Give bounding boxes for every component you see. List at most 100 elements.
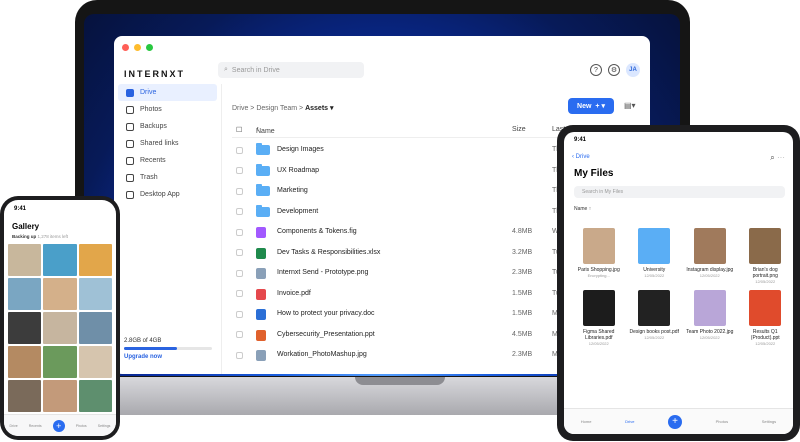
file-tile[interactable]: Team Photo 2022.jpg 12/05/2022 [685, 290, 735, 346]
sidebar-item-photos[interactable]: Photos [114, 101, 221, 118]
photo-thumbnail[interactable] [8, 312, 42, 344]
view-toggle-icon[interactable]: ▤▾ [624, 101, 636, 110]
search-icon[interactable]: ⌕ [770, 153, 774, 162]
row-checkbox[interactable] [236, 187, 243, 195]
sidebar-item-shared-links[interactable]: Shared links [114, 135, 221, 152]
photo-thumbnail[interactable] [43, 380, 77, 412]
row-checkbox[interactable] [236, 249, 243, 257]
tablet-actions: ⌕ ⋯ [770, 153, 785, 163]
file-meta: 12/05/2022 [699, 335, 720, 340]
photo-thumbnail[interactable] [78, 244, 112, 276]
file-thumbnail [582, 290, 615, 326]
breadcrumb-current[interactable]: Assets [305, 105, 328, 112]
tab-settings[interactable]: Settings [98, 424, 111, 428]
search-input[interactable]: ⌕ Search in Drive [218, 62, 364, 78]
file-tile[interactable]: Figma Shared Libraries.pdf 12/05/2022 [574, 290, 624, 346]
row-checkbox[interactable] [236, 228, 243, 236]
gear-icon[interactable]: ⚙ [608, 64, 620, 76]
breadcrumb-sep: > [250, 105, 255, 112]
row-checkbox[interactable] [236, 331, 243, 339]
close-dot[interactable] [122, 44, 129, 51]
file-meta: 12/05/2022 [644, 273, 665, 278]
photo-thumbnail[interactable] [43, 244, 77, 276]
tab-photos[interactable]: Photos [716, 419, 728, 424]
photo-thumbnail[interactable] [8, 346, 42, 378]
file-thumbnail [749, 290, 782, 326]
row-checkbox[interactable] [236, 167, 243, 175]
photo-thumbnail[interactable] [43, 278, 77, 310]
row-checkbox[interactable] [236, 269, 243, 277]
phone-screen: 9:41 Gallery Backing up 1,278 items left… [4, 200, 116, 436]
breadcrumb-mid[interactable]: Design Team [256, 105, 297, 112]
sidebar-item-label: Photos [140, 106, 162, 113]
file-tile[interactable]: University 12/05/2022 [630, 228, 680, 284]
row-checkbox[interactable] [236, 208, 243, 216]
sidebar-item-desktop-app[interactable]: Desktop App [114, 186, 221, 203]
folder-icon [256, 204, 270, 217]
col-name[interactable]: Name ↑ [256, 126, 275, 135]
sidebar-item-trash[interactable]: Trash [114, 169, 221, 186]
sidebar-item-drive[interactable]: Drive [118, 84, 217, 101]
sort-control[interactable]: Name ↑ [574, 206, 591, 212]
photo-thumbnail[interactable] [8, 278, 42, 310]
search-placeholder: Search in Drive [231, 66, 280, 74]
file-tile[interactable]: Paris Shopping.jpg Encrypting... [574, 228, 624, 284]
select-all-checkbox[interactable]: ☐ [236, 126, 242, 134]
tab-recents[interactable]: Recents [29, 424, 42, 428]
row-checkbox[interactable] [236, 351, 243, 359]
file-tile[interactable]: Results Q1 (Product).ppt 12/05/2022 [741, 290, 791, 346]
photo-thumbnail[interactable] [78, 380, 112, 412]
tab-home[interactable]: Home [581, 419, 592, 424]
sidebar-item-label: Shared links [140, 140, 179, 147]
new-button[interactable]: New + ▾ [568, 98, 614, 114]
tablet-screen: 9:41 ‹ Drive ⌕ ⋯ My Files Search in My F… [564, 132, 793, 434]
col-size[interactable]: Size [512, 126, 526, 133]
upgrade-link[interactable]: Upgrade now [124, 354, 212, 360]
back-link[interactable]: ‹ Drive [572, 154, 590, 160]
phone-time: 9:41 [14, 206, 27, 212]
chevron-down-icon: ▾ [330, 105, 334, 112]
window-controls [122, 44, 153, 51]
row-checkbox[interactable] [236, 290, 243, 298]
photo-grid [8, 244, 112, 412]
photo-thumbnail[interactable] [8, 380, 42, 412]
photo-thumbnail[interactable] [78, 312, 112, 344]
row-checkbox[interactable] [236, 310, 243, 318]
sidebar-icon [126, 173, 134, 182]
tab-photos[interactable]: Photos [76, 424, 87, 428]
photo-thumbnail[interactable] [43, 346, 77, 378]
file-name: Workation_PhotoMashup.jpg [277, 351, 367, 358]
file-meta: 12/05/2022 [699, 273, 720, 278]
avatar[interactable]: JA [626, 63, 640, 77]
photo-thumbnail[interactable] [43, 312, 77, 344]
breadcrumb-sep: > [299, 105, 304, 112]
add-button[interactable]: + [52, 419, 65, 432]
file-name: Components & Tokens.fig [277, 228, 357, 235]
folder-icon [256, 163, 270, 176]
tablet-frame: 9:41 ‹ Drive ⌕ ⋯ My Files Search in My F… [557, 125, 800, 441]
file-tile[interactable]: Design books post.pdf 12/05/2022 [630, 290, 680, 346]
sidebar-item-label: Trash [140, 174, 158, 181]
file-tile[interactable]: Brian's dog portrait.png 12/05/2022 [741, 228, 791, 284]
photo-thumbnail[interactable] [78, 346, 112, 378]
sidebar-item-backups[interactable]: Backups [114, 118, 221, 135]
more-icon[interactable]: ⋯ [777, 153, 785, 162]
sidebar: Drive Photos Backups Shared links Recents Tra… [114, 84, 222, 374]
sidebar-item-recents[interactable]: Recents [114, 152, 221, 169]
maximize-dot[interactable] [146, 44, 153, 51]
minimize-dot[interactable] [134, 44, 141, 51]
file-thumbnail [693, 290, 726, 326]
file-meta: 12/05/2022 [644, 335, 665, 340]
tab-settings[interactable]: Settings [762, 419, 776, 424]
search-input[interactable]: Search in My Files [574, 186, 785, 198]
add-button[interactable]: + [668, 414, 683, 429]
tab-drive[interactable]: Drive [625, 419, 634, 424]
row-checkbox[interactable] [236, 146, 243, 154]
help-icon[interactable]: ? [590, 64, 602, 76]
photo-thumbnail[interactable] [8, 244, 42, 276]
tab-drive[interactable]: Drive [10, 424, 18, 428]
breadcrumb-root[interactable]: Drive [232, 105, 248, 112]
photo-thumbnail[interactable] [78, 278, 112, 310]
top-icons: ? ⚙ JA [590, 63, 640, 77]
file-tile[interactable]: Instagram display.jpg 12/05/2022 [685, 228, 735, 284]
